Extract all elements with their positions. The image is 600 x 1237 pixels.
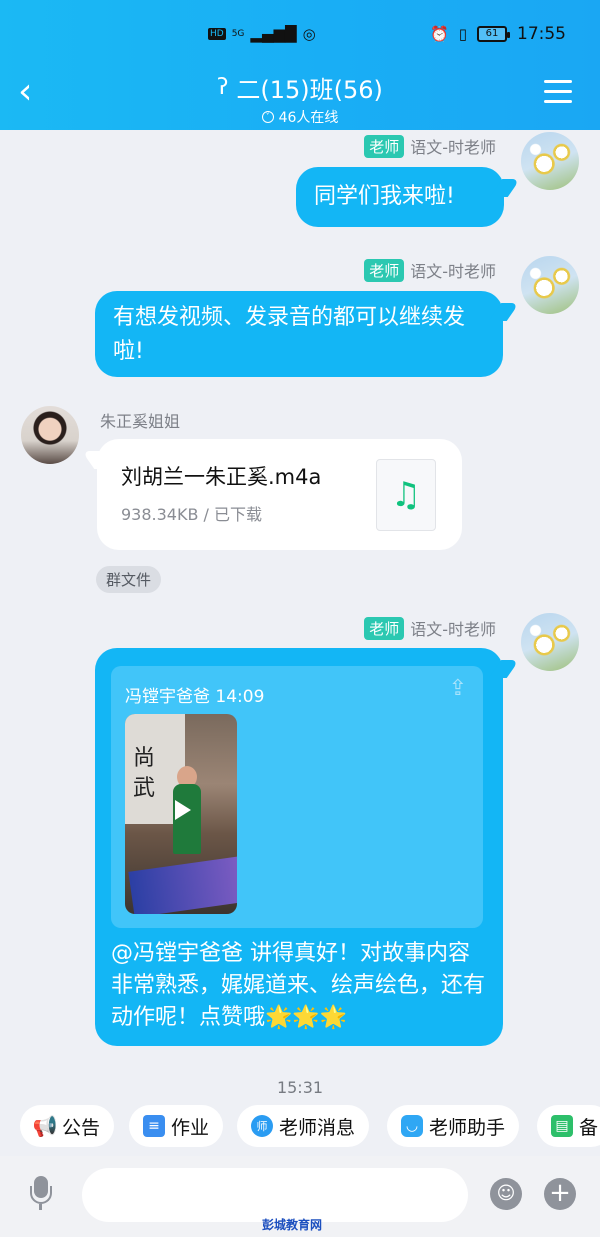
plus-icon[interactable]: + — [544, 1178, 576, 1210]
teacher-avatar[interactable] — [521, 132, 579, 190]
megaphone-icon: 📢 — [32, 1114, 58, 1138]
chevron-down-icon: ˅ — [261, 111, 274, 123]
quick-action-label: 公告 — [62, 1116, 101, 1139]
music-note-icon: ♫ — [376, 459, 436, 531]
chat-header: HD 5G ▂▄▆█ ◎ ⏰ ▯ 61 17:55 ‹ ʔ 二(15)班(56)… — [0, 0, 600, 130]
teacher-assistant-button[interactable]: ◡ 老师助手 — [387, 1105, 520, 1147]
hd-icon: HD — [208, 28, 226, 40]
teacher-avatar[interactable] — [521, 256, 579, 314]
upload-icon[interactable]: ⇪ — [447, 678, 469, 702]
status-left-icons: HD 5G ▂▄▆█ ◎ — [208, 25, 316, 43]
student-avatar[interactable] — [21, 406, 79, 464]
message-sender: 老师 语文-时老师 — [364, 258, 496, 282]
role-badge: 老师 — [364, 616, 405, 640]
role-badge: 老师 — [364, 134, 405, 158]
message-bubble[interactable]: 有想发视频、发录音的都可以继续发啦! — [95, 291, 503, 377]
microphone-icon[interactable] — [28, 1176, 54, 1210]
chat-timestamp: 15:31 — [276, 1078, 324, 1097]
vibrate-icon: ▯ — [458, 25, 467, 43]
mic-stand — [30, 1186, 52, 1204]
file-message[interactable]: 刘胡兰一朱正奚.m4a 938.34KB / 已下载 ♫ — [97, 439, 462, 550]
quick-action-label: 老师助手 — [429, 1116, 506, 1139]
hotspot-icon: ◎ — [302, 25, 316, 43]
menu-bar — [544, 100, 572, 103]
thumbnail-book — [128, 856, 237, 914]
quick-action-label: 老师消息 — [279, 1116, 356, 1139]
emoji-icon[interactable]: ☺ — [490, 1178, 522, 1210]
quick-action-label: 作业 — [171, 1116, 210, 1139]
battery-icon: 61 — [477, 26, 510, 42]
message-bubble[interactable]: 冯镗宇爸爸 14:09 ⇪ 尚武 @冯镗宇爸爸 讲得真好！对故事内容非常熟悉，娓… — [95, 648, 503, 1046]
signal-icon: ▂▄▆█ — [250, 25, 297, 43]
network-icon: 5G — [231, 29, 245, 39]
sender-name: 语文-时老师 — [410, 620, 496, 639]
file-name: 刘胡兰一朱正奚.m4a — [121, 465, 322, 489]
menu-bar — [544, 90, 572, 93]
quick-actions-bar: 📢 公告 ≡ 作业 师 老师消息 ◡ 老师助手 ▤ 备 — [0, 1098, 600, 1156]
online-count: ˅ 46人在线 — [0, 107, 600, 127]
chat-title-block[interactable]: ʔ 二(15)班(56) ˅ 46人在线 — [0, 70, 600, 127]
status-right-icons: ⏰ ▯ 61 17:55 — [430, 24, 566, 44]
sender-name: 朱正奚姐姐 — [100, 412, 181, 431]
status-bar: HD 5G ▂▄▆█ ◎ ⏰ ▯ 61 17:55 — [0, 0, 600, 70]
watermark: 彭城教育网 — [262, 1218, 323, 1232]
ear-icon: ʔ — [217, 75, 229, 100]
prepare-icon: ▤ — [551, 1115, 573, 1137]
sender-name: 语文-时老师 — [410, 138, 496, 157]
status-time: 17:55 — [517, 24, 566, 44]
quoted-video-card[interactable]: 冯镗宇爸爸 14:09 ⇪ 尚武 — [111, 666, 483, 928]
group-file-tag[interactable]: 群文件 — [96, 566, 162, 593]
message-sender: 老师 语文-时老师 — [364, 134, 496, 158]
assistant-icon: ◡ — [401, 1115, 423, 1137]
message-sender: 老师 语文-时老师 — [364, 616, 496, 640]
quoted-header: 冯镗宇爸爸 14:09 — [125, 687, 265, 707]
announcement-button[interactable]: 📢 公告 — [20, 1105, 115, 1147]
teacher-icon: 师 — [251, 1115, 273, 1137]
menu-bar — [544, 80, 572, 83]
document-icon: ≡ — [143, 1115, 165, 1137]
video-thumbnail[interactable]: 尚武 — [125, 714, 237, 914]
online-text: 46人在线 — [278, 110, 339, 126]
message-text: @冯镗宇爸爸 讲得真好！对故事内容非常熟悉，娓娓道来、绘声绘色，还有动作呢！点赞… — [111, 941, 486, 1030]
thumbnail-calligraphy: 尚武 — [133, 746, 156, 801]
teacher-messages-button[interactable]: 师 老师消息 — [237, 1105, 370, 1147]
role-badge: 老师 — [364, 258, 405, 282]
alarm-icon: ⏰ — [430, 25, 449, 43]
sender-name: 语文-时老师 — [410, 262, 496, 281]
quick-action-label: 备 — [579, 1116, 599, 1139]
message-sender: 朱正奚姐姐 — [100, 408, 180, 432]
play-icon[interactable] — [167, 796, 195, 824]
message-input[interactable] — [82, 1168, 468, 1222]
teacher-avatar[interactable] — [521, 613, 579, 671]
message-bubble[interactable]: 同学们我来啦! — [296, 167, 504, 227]
message-text: 同学们我来啦! — [314, 184, 455, 209]
message-text: 有想发视频、发录音的都可以继续发啦! — [113, 305, 466, 364]
group-title: 二(15)班(56) — [236, 76, 383, 104]
mic-leg — [39, 1204, 42, 1210]
prepare-button[interactable]: ▤ 备 — [537, 1105, 600, 1147]
menu-button[interactable] — [544, 80, 572, 104]
file-meta: 938.34KB / 已下载 — [121, 505, 263, 524]
homework-button[interactable]: ≡ 作业 — [129, 1105, 224, 1147]
